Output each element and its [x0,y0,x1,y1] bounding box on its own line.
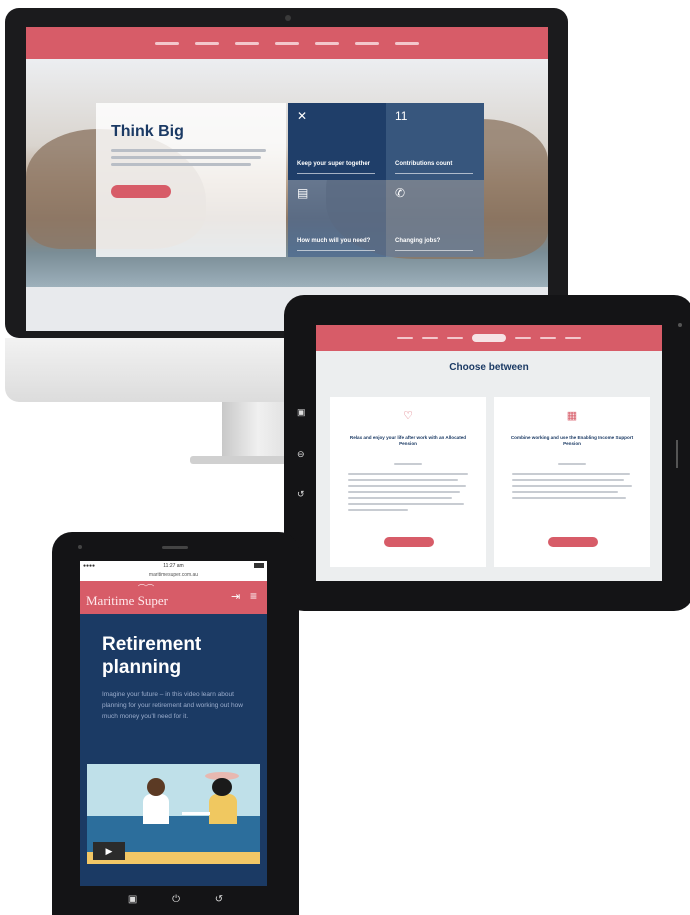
video-thumbnail[interactable]: ▶ [87,764,260,864]
heart-icon: ♡ [403,410,413,422]
phone-camera [78,545,82,549]
page-title: Retirement planning [102,634,202,678]
card-text-line [512,497,626,499]
card-text-line [348,491,460,493]
tablet-nav-item-active[interactable] [472,334,506,342]
back-icon[interactable]: ↺ [215,894,223,905]
power-icon[interactable]: ⏻ [172,894,180,905]
tile-divider [395,250,473,251]
tablet-screen: Choose between ♡ Relax and enjoy your li… [316,325,662,581]
desktop-nav-item[interactable] [395,41,419,45]
play-icon[interactable]: ▶ [93,842,125,860]
phone-nav-buttons: ▣ ⏻ ↺ [52,894,299,905]
phone-header: ⌒⌒ Maritime Super ⇥ ≡ [80,581,267,614]
desktop-nav-item[interactable] [155,41,179,45]
illustration-person-head [147,778,165,796]
tablet-page-title: Choose between [449,362,529,373]
tablet-home-button[interactable] [676,440,678,468]
tile-changing-jobs[interactable]: ✆ Changing jobs? [386,180,484,257]
allocated-pension-card: ♡ Relax and enjoy your life after work w… [330,397,486,567]
status-bar: ●●●● 11:27 am maritimesuper.com.au [80,561,267,581]
illustration-person-head [212,778,232,796]
recent-apps-icon[interactable]: ▣ [128,894,137,905]
webcam [285,15,291,21]
tablet-nav-item[interactable] [515,337,531,339]
calendar-icon: ▦ [566,410,578,422]
card-text-line [348,497,452,499]
tablet-device: ▣ ⊖ ↺ Choose between ♡ Relax and enjoy y… [284,295,690,611]
card-text-line [348,479,458,481]
hero-title: Think Big [111,123,184,140]
illustration-person [143,794,169,824]
calculator-icon: ▤ [297,186,309,200]
home-icon[interactable]: ⊖ [297,450,305,459]
tile-contributions-count[interactable]: 11 Contributions count [386,103,484,180]
illustration-table [182,812,210,815]
tile-title: Keep your super together [297,161,371,167]
intro-text: Imagine your future – in this video lear… [102,691,243,720]
learn-more-button[interactable] [384,537,434,547]
card-text-line [512,473,630,475]
tile-title: Changing jobs? [395,238,441,244]
tile-divider [297,250,375,251]
card-heading: Combine working and use the Enabling Inc… [510,435,634,446]
desktop-nav-item[interactable] [275,41,299,45]
card-heading: Relax and enjoy your life after work wit… [349,435,467,446]
number-icon: 11 [395,109,408,123]
phone-speaker [162,546,188,549]
phone-icon: ✆ [395,186,406,200]
login-icon[interactable]: ⇥ [231,590,240,603]
back-icon[interactable]: ↺ [297,490,305,499]
card-text-line [348,485,466,487]
tablet-nav-item[interactable] [540,337,556,339]
phone-device: ●●●● 11:27 am maritimesuper.com.au ⌒⌒ Ma… [52,532,299,915]
phone-screen: ●●●● 11:27 am maritimesuper.com.au ⌒⌒ Ma… [80,561,267,886]
tile-title: How much will you need? [297,238,371,244]
card-text-line [394,463,422,465]
desktop-nav-bar [26,27,548,59]
feature-tiles: ✕ Keep your super together 11 Contributi… [288,103,484,257]
hero-text-line [111,156,261,159]
card-text-line [348,509,408,511]
menu-icon[interactable]: ≡ [250,589,257,603]
arrows-icon: ✕ [297,109,308,123]
tablet-nav-item[interactable] [447,337,463,339]
desktop-nav-item[interactable] [195,41,219,45]
learn-more-button[interactable] [548,537,598,547]
tile-keep-super-together[interactable]: ✕ Keep your super together [288,103,386,180]
tile-divider [297,173,375,174]
card-text-line [512,485,632,487]
desktop-screen: Think Big ✕ Keep your super together 11 … [26,27,548,331]
desktop-monitor: Think Big ✕ Keep your super together 11 … [5,8,568,338]
brand-logo[interactable]: Maritime Super [86,593,168,609]
card-text-line [348,503,464,505]
tile-divider [395,173,473,174]
tablet-nav-bar [316,325,662,351]
hero-text-line [111,149,266,152]
hero-text-line [111,163,251,166]
status-time: 11:27 am [163,563,184,569]
hero-card: Think Big [96,103,286,257]
tablet-camera [678,323,682,327]
tablet-nav-item[interactable] [422,337,438,339]
desktop-nav-item[interactable] [315,41,339,45]
card-text-line [512,491,618,493]
recent-apps-icon[interactable]: ▣ [297,408,306,417]
hero-cta-button[interactable] [111,185,171,198]
income-support-pension-card: ▦ Combine working and use the Enabling I… [494,397,650,567]
tablet-nav-item[interactable] [565,337,581,339]
illustration-person [209,794,237,824]
card-text-line [348,473,468,475]
tile-title: Contributions count [395,161,453,167]
desktop-nav-item[interactable] [235,41,259,45]
card-text-line [512,479,624,481]
card-text-line [558,463,586,465]
address-bar[interactable]: maritimesuper.com.au [80,572,267,578]
desktop-nav-item[interactable] [355,41,379,45]
tablet-nav-item[interactable] [397,337,413,339]
battery-icon [254,563,264,568]
tile-how-much-need[interactable]: ▤ How much will you need? [288,180,386,257]
